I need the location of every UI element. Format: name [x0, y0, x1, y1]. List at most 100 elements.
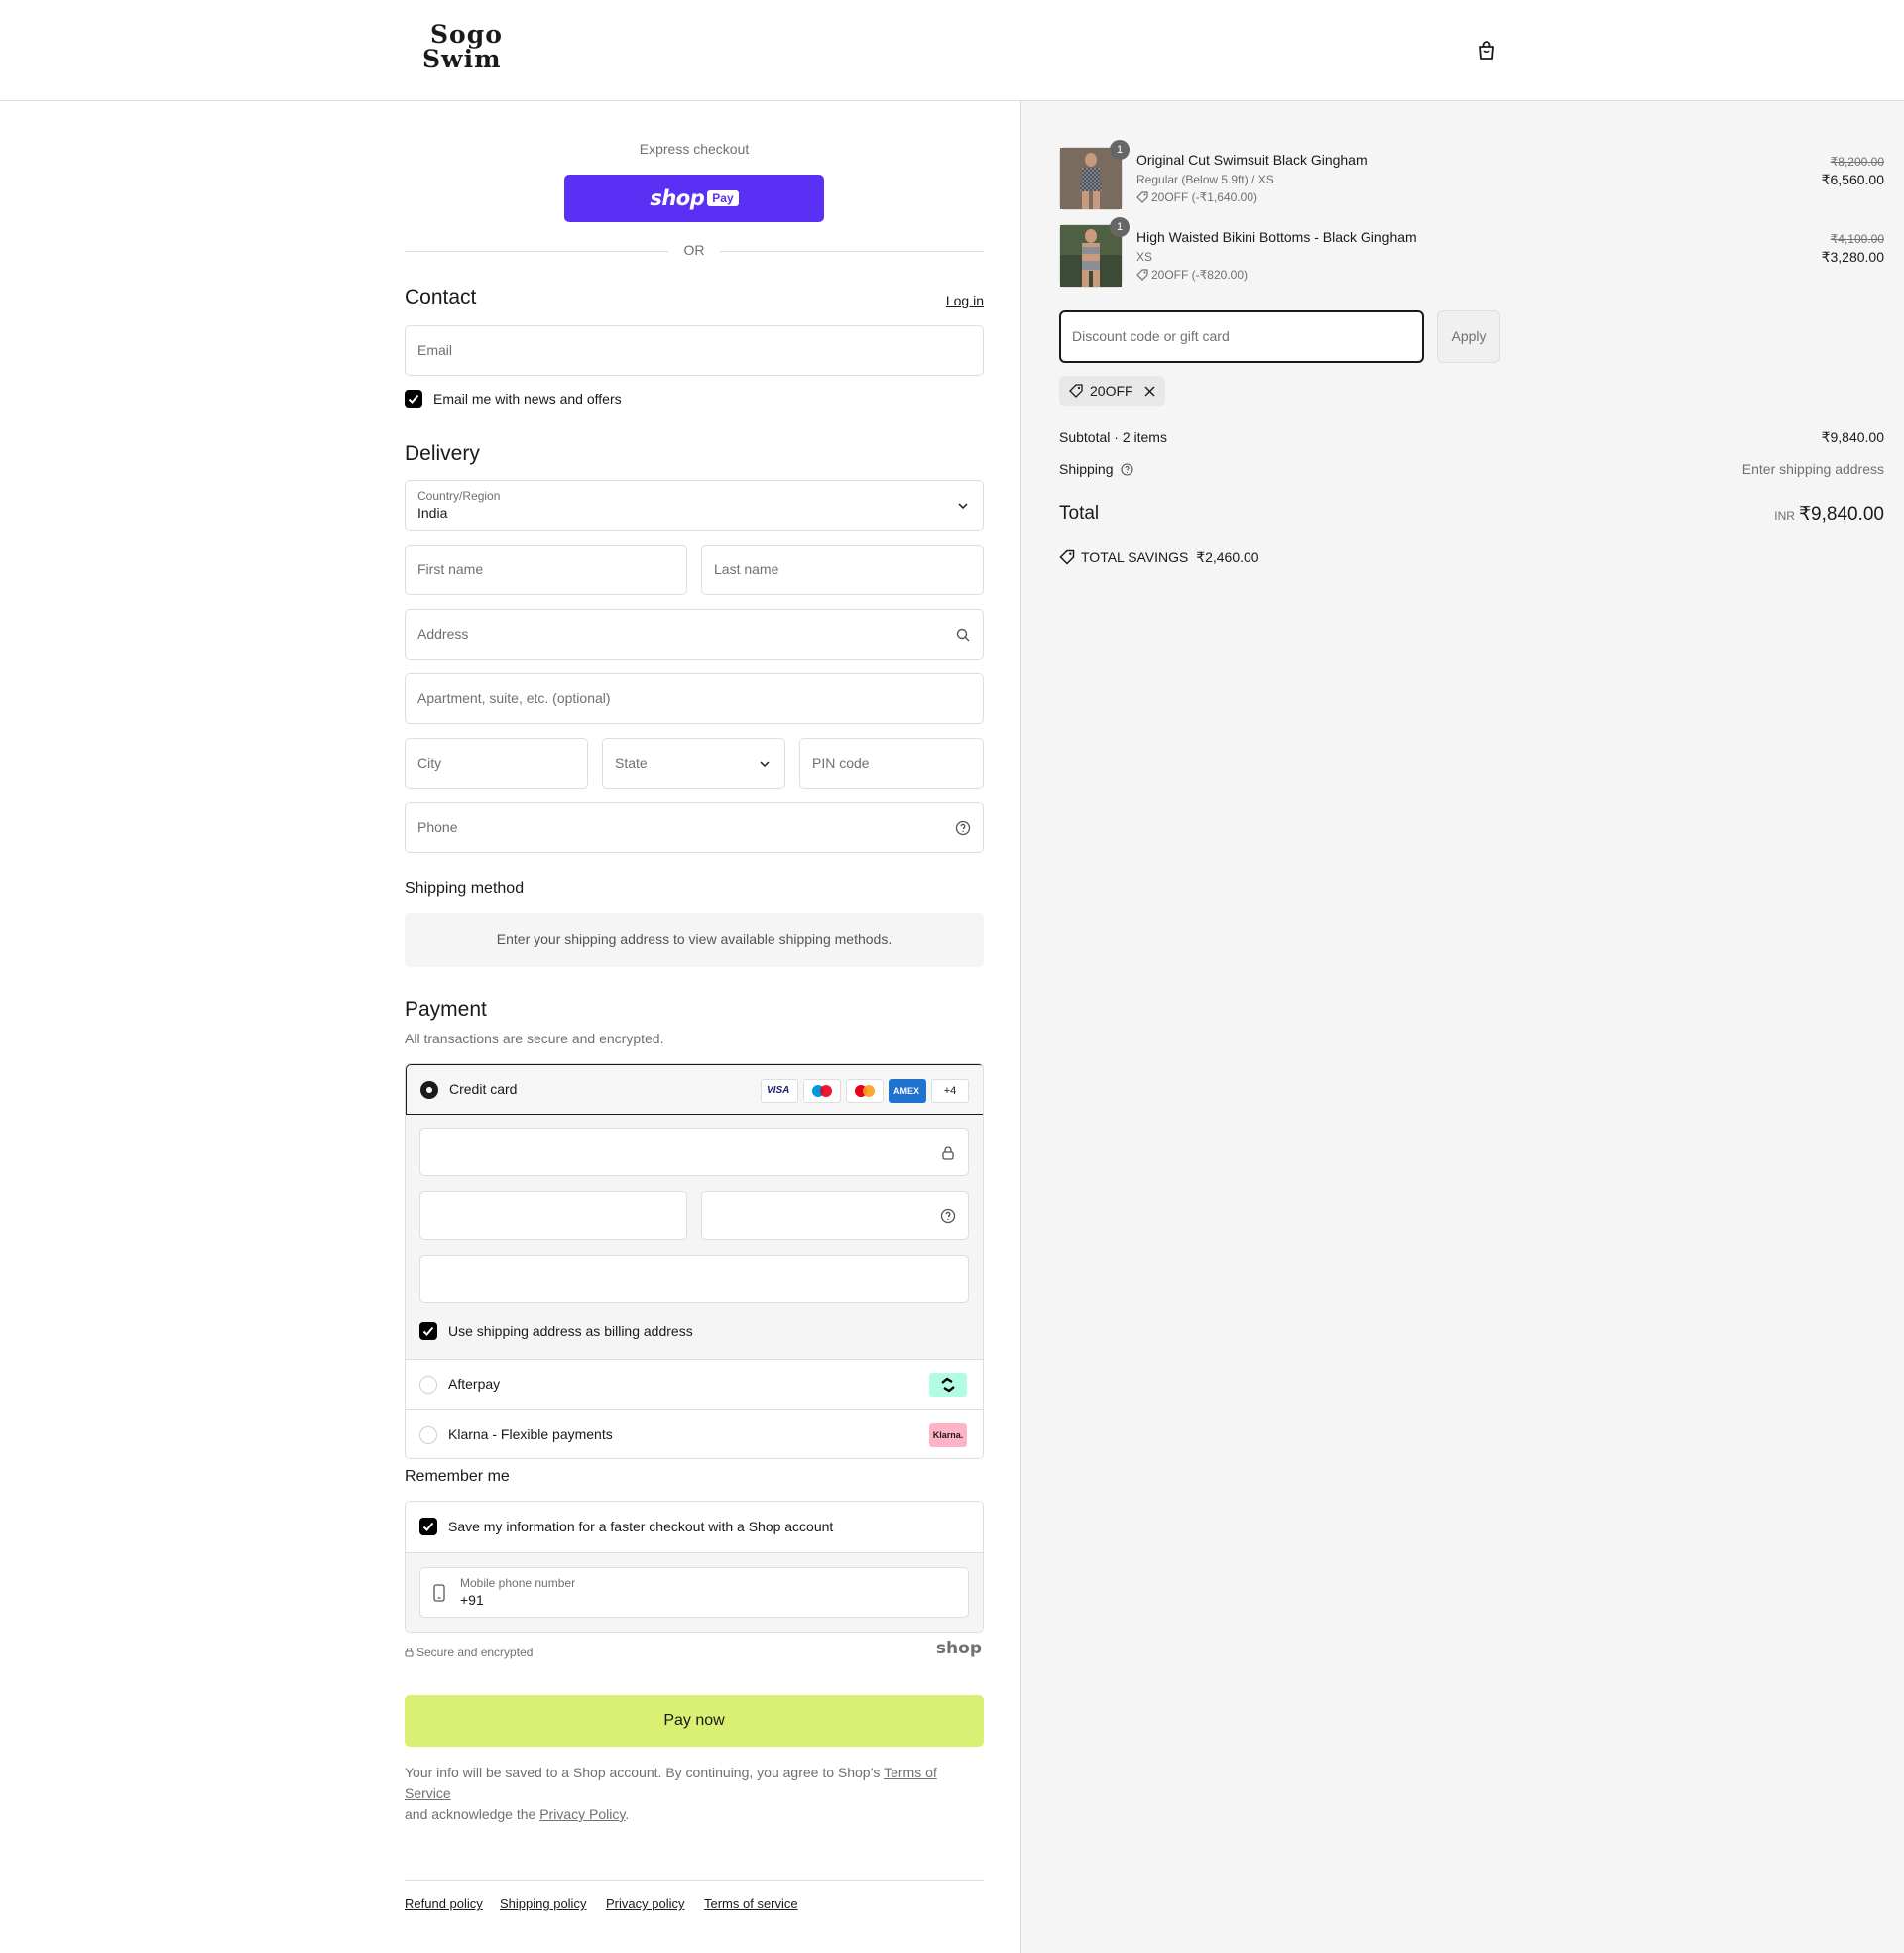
footer-policy-links: Refund policy Shipping policy Privacy po…: [405, 1880, 984, 1929]
shipping-policy-link[interactable]: Shipping policy: [500, 1896, 586, 1911]
credit-card-radio[interactable]: [420, 1081, 438, 1099]
help-circle-icon[interactable]: [1121, 463, 1133, 476]
shop-pay-button[interactable]: shop Pay: [564, 175, 824, 222]
save-info-row[interactable]: Save my information for a faster checkou…: [406, 1502, 983, 1552]
cart-bag-icon[interactable]: [1476, 40, 1497, 61]
checkmark-icon: [422, 1326, 434, 1336]
order-summary: 1 Original Cut Swimsuit Black Gingham Re…: [1020, 101, 1904, 1953]
klarna-option[interactable]: Klarna - Flexible payments Klarna.: [406, 1409, 983, 1458]
mastercard-logo-icon: [846, 1079, 884, 1103]
total-label: Total: [1059, 503, 1100, 524]
privacy-policy-footer-link[interactable]: Privacy policy: [606, 1896, 684, 1911]
savings-tag-icon: [1059, 549, 1075, 565]
subtotal-value: ₹9,840.00: [1821, 429, 1884, 445]
last-name-placeholder: Last name: [714, 561, 779, 577]
afterpay-label: Afterpay: [448, 1376, 501, 1392]
store-logo[interactable]: Sogo Swim: [422, 22, 502, 79]
pin-code-field[interactable]: PIN code: [799, 738, 984, 789]
legal-text-3: .: [625, 1806, 630, 1822]
delivery-title: Delivery: [405, 442, 480, 465]
apply-button[interactable]: Apply: [1437, 310, 1500, 363]
city-placeholder: City: [417, 755, 442, 771]
credit-card-label: Credit card: [449, 1081, 518, 1097]
mobile-panel: Mobile phone number +91: [406, 1552, 983, 1632]
header: Sogo Swim: [0, 0, 1904, 101]
tag-icon: [1136, 269, 1148, 281]
total-value: ₹9,840.00: [1798, 504, 1884, 525]
afterpay-radio[interactable]: [419, 1376, 437, 1394]
secure-note-text: Secure and encrypted: [416, 1646, 534, 1659]
billing-same-label: Use shipping address as billing address: [448, 1323, 693, 1339]
or-text: OR: [683, 242, 705, 258]
product-thumbnail: 1: [1059, 140, 1130, 210]
expiration-date-field[interactable]: [419, 1191, 687, 1240]
item-price: ₹6,560.00: [1821, 172, 1884, 187]
klarna-radio[interactable]: [419, 1426, 437, 1444]
checkmark-icon: [408, 394, 419, 404]
item-discount: 20OFF (-₹820.00): [1136, 268, 1248, 282]
remember-me-title: Remember me: [405, 1468, 510, 1485]
total-savings: TOTAL SAVINGS ₹2,460.00: [1059, 549, 1259, 566]
quantity-badge: 1: [1110, 217, 1130, 237]
help-circle-icon[interactable]: [955, 820, 971, 836]
afterpay-option[interactable]: Afterpay: [406, 1359, 983, 1409]
quantity-badge: 1: [1110, 140, 1130, 160]
discount-placeholder: Discount code or gift card: [1072, 328, 1230, 344]
terms-of-service-footer-link[interactable]: Terms of service: [704, 1896, 798, 1911]
security-code-field[interactable]: [701, 1191, 969, 1240]
credit-card-option[interactable]: Credit card VISA AMEX +4: [406, 1064, 983, 1115]
country-label: Country/Region: [417, 489, 501, 503]
item-price: ₹3,280.00: [1821, 249, 1884, 265]
billing-same-checkbox[interactable]: [419, 1322, 437, 1340]
or-divider: OR: [405, 242, 984, 260]
pin-code-placeholder: PIN code: [812, 755, 870, 771]
shop-logo-icon: shop: [935, 1639, 982, 1658]
product-thumbnail: 1: [1059, 217, 1130, 288]
first-name-field[interactable]: First name: [405, 545, 687, 595]
close-icon[interactable]: [1144, 386, 1155, 397]
payment-subtitle: All transactions are secure and encrypte…: [405, 1031, 664, 1046]
contact-title: Contact: [405, 286, 477, 308]
search-icon: [956, 628, 970, 642]
address-field[interactable]: Address: [405, 609, 984, 660]
help-circle-icon[interactable]: [940, 1208, 956, 1224]
item-discount-text: 20OFF (-₹1,640.00): [1151, 190, 1258, 204]
last-name-field[interactable]: Last name: [701, 545, 984, 595]
card-number-field[interactable]: [419, 1128, 969, 1176]
savings-value: ₹2,460.00: [1196, 549, 1259, 565]
item-original-price: ₹4,100.00: [1830, 232, 1884, 246]
chevron-down-icon: [958, 503, 968, 510]
item-discount: 20OFF (-₹1,640.00): [1136, 190, 1257, 204]
secure-note: Secure and encrypted: [405, 1646, 533, 1659]
discount-code-input[interactable]: Discount code or gift card: [1059, 310, 1424, 363]
total-amount: INR ₹9,840.00: [1774, 503, 1884, 526]
shipping-value: Enter shipping address: [1741, 461, 1884, 477]
chevron-down-icon: [760, 761, 770, 768]
privacy-policy-link[interactable]: Privacy Policy: [539, 1806, 625, 1822]
country-select[interactable]: Country/Region India: [405, 480, 984, 531]
mobile-phone-label: Mobile phone number: [460, 1576, 576, 1590]
first-name-placeholder: First name: [417, 561, 484, 577]
phone-field[interactable]: Phone: [405, 802, 984, 853]
refund-policy-link[interactable]: Refund policy: [405, 1896, 483, 1911]
country-value: India: [417, 505, 448, 521]
remember-me-box: Save my information for a faster checkou…: [405, 1501, 984, 1633]
pay-now-button[interactable]: Pay now: [405, 1695, 984, 1747]
shop-pay-word: shop: [650, 186, 705, 210]
apartment-placeholder: Apartment, suite, etc. (optional): [417, 690, 611, 706]
name-on-card-field[interactable]: [419, 1255, 969, 1303]
mobile-phone-icon: [433, 1584, 445, 1602]
email-field[interactable]: Email: [405, 325, 984, 376]
log-in-link[interactable]: Log in: [946, 293, 984, 308]
apartment-field[interactable]: Apartment, suite, etc. (optional): [405, 673, 984, 724]
city-field[interactable]: City: [405, 738, 588, 789]
klarna-label: Klarna - Flexible payments: [448, 1426, 613, 1442]
save-info-checkbox[interactable]: [419, 1518, 437, 1535]
news-checkbox[interactable]: [405, 390, 422, 408]
card-details-panel: Use shipping address as billing address: [406, 1115, 983, 1359]
state-select[interactable]: State: [602, 738, 785, 789]
email-placeholder: Email: [417, 342, 453, 358]
more-cards-badge: +4: [931, 1079, 969, 1103]
mobile-phone-field[interactable]: Mobile phone number +91: [419, 1567, 969, 1618]
item-name: Original Cut Swimsuit Black Gingham: [1136, 152, 1368, 168]
